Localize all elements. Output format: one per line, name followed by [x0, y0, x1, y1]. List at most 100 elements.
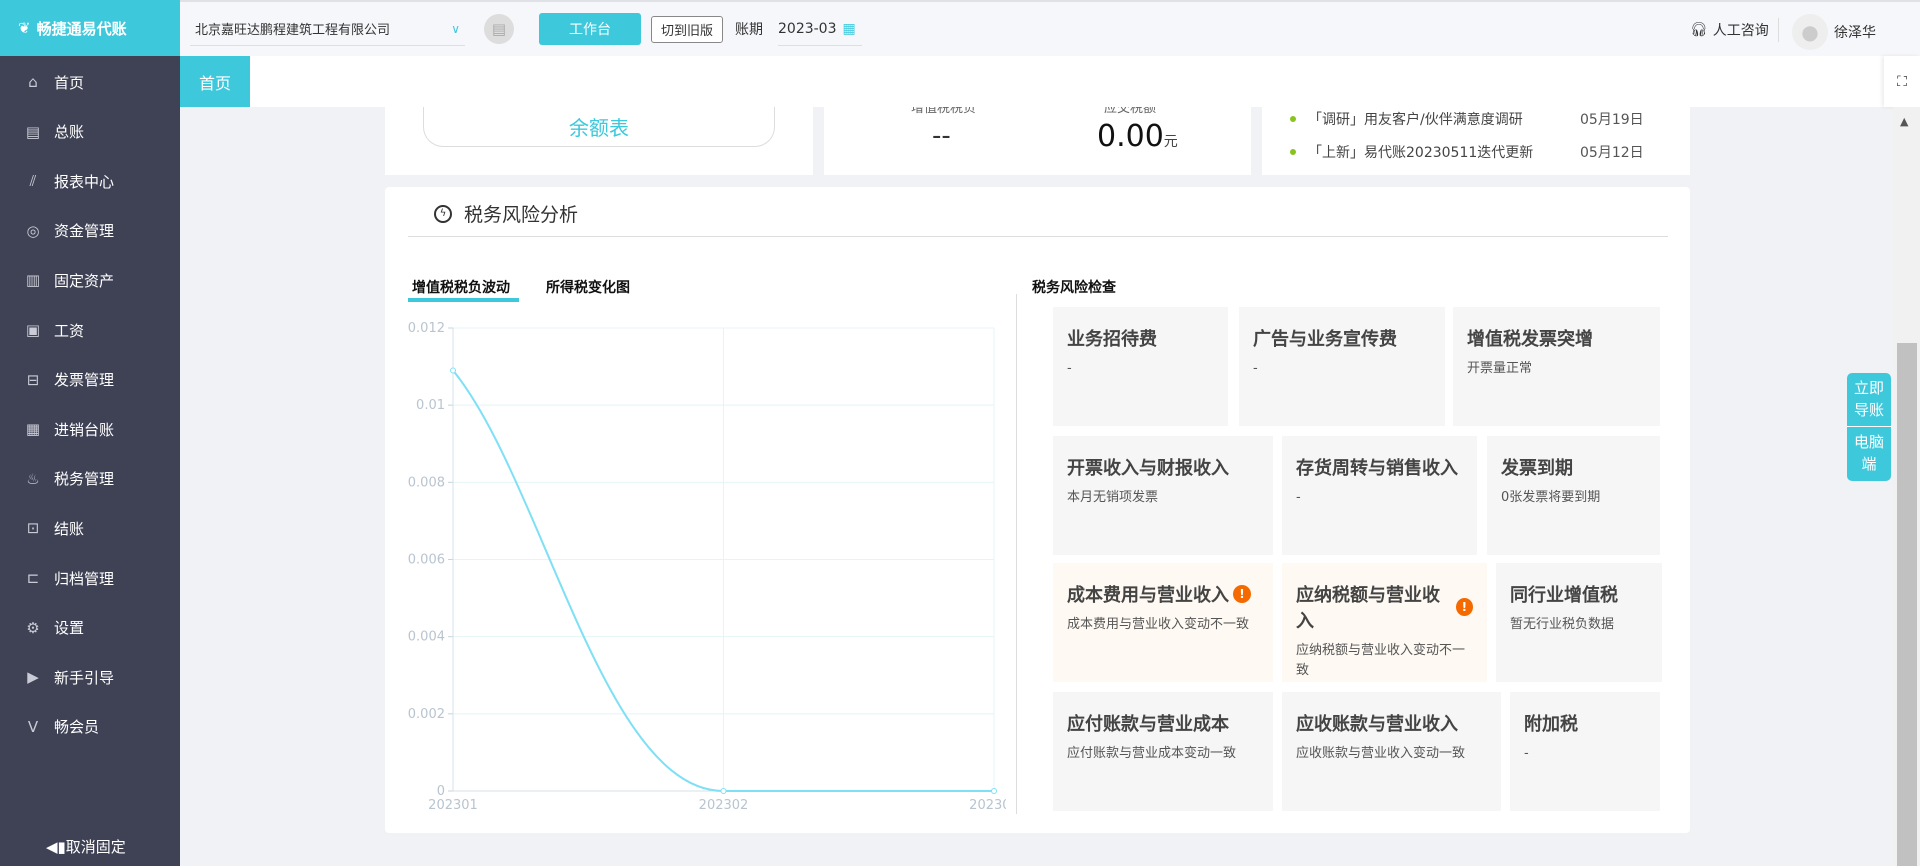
sidebar-item-label: 固定资产 — [54, 271, 115, 290]
sidebar-item[interactable]: ▥ 固定资产 — [0, 257, 180, 303]
risk-check-card[interactable]: 附加税 - — [1510, 692, 1660, 811]
risk-card-title: 存货周转与销售收入 — [1296, 454, 1463, 480]
section-title-text: 税务风险分析 — [464, 204, 579, 226]
pc-client-button[interactable]: 电脑端 — [1847, 427, 1891, 475]
risk-check-card[interactable]: 成本费用与营业收入! 成本费用与营业收入变动不一致 — [1053, 563, 1273, 682]
switch-old-version-button[interactable]: 切到旧版 — [651, 16, 723, 43]
risk-check-card[interactable]: 增值税发票突增 开票量正常 — [1453, 307, 1660, 426]
divider — [1778, 18, 1779, 42]
calendar-icon: ▦ — [842, 20, 856, 37]
company-select[interactable]: 北京嘉旺达鹏程建筑工程有限公司 ∨ — [190, 12, 465, 46]
risk-check-card[interactable]: 应收账款与营业收入应收账款与营业收入变动一致 — [1282, 692, 1501, 811]
risk-card-title-text: 发票到期 — [1501, 458, 1573, 479]
balance-sheet-button[interactable]: 余额表 — [423, 107, 775, 147]
news-item[interactable]: 「调研」用友客户/伙伴满意度调研 05月19日 — [1290, 109, 1644, 129]
sidebar-item[interactable]: ⊟ 发票管理 — [0, 357, 180, 403]
y-tick-label: 0.006 — [408, 553, 445, 568]
sidebar-item[interactable]: ♨ 税务管理 — [0, 456, 180, 502]
risk-card-desc: 应收账款与营业收入变动一致 — [1296, 746, 1466, 761]
document-icon[interactable]: ▤ — [484, 14, 514, 44]
sidebar-icon: ▣ — [25, 321, 41, 339]
risk-check-card[interactable]: 存货周转与销售收入 - — [1282, 436, 1477, 555]
period-picker[interactable]: 2023-03 ▦ — [778, 12, 862, 46]
sidebar-item-label: 畅会员 — [54, 718, 100, 737]
news-item[interactable]: 「上新」易代账20230511迭代更新 05月12日 — [1290, 142, 1644, 162]
consult-label: 人工咨询 — [1712, 23, 1769, 39]
x-tick-label: 202303 — [969, 798, 1006, 813]
divider — [408, 236, 1668, 237]
tax-label: 应交税额 — [1104, 107, 1157, 115]
sidebar-item[interactable]: ▶ 新手引导 — [0, 654, 180, 700]
tax-value: 0.00元 — [1097, 119, 1178, 154]
data-point — [720, 788, 727, 794]
workbench-button[interactable]: 工作台 — [539, 13, 641, 45]
sidebar-icon: ♨ — [26, 469, 40, 488]
consult-link[interactable]: 🎧︎ 人工咨询 — [1690, 20, 1769, 40]
risk-card-title: 发票到期 — [1501, 454, 1646, 480]
warning-icon: ! — [1455, 598, 1473, 616]
risk-card-title: 应纳税额与营业收入! — [1296, 581, 1473, 633]
risk-check-card[interactable]: 应纳税额与营业收入! 应纳税额与营业收入变动不一致 — [1282, 563, 1487, 682]
sidebar-item[interactable]: ▣ 工资 — [0, 307, 180, 353]
unpin-sidebar-button[interactable]: ◀▮取消固定 — [46, 836, 126, 857]
sidebar-item[interactable]: ⊏ 归档管理 — [0, 555, 180, 601]
sidebar-icon: ⊏ — [26, 569, 40, 587]
sidebar-item[interactable]: ⊡ 结账 — [0, 505, 180, 551]
risk-card-title-text: 同行业增值税 — [1510, 585, 1618, 606]
sidebar-icon: ⫽ — [29, 172, 37, 191]
sidebar-icon: ⚙ — [26, 618, 40, 637]
sidebar-item-label: 进销台账 — [54, 420, 115, 439]
risk-card-title: 附加税 — [1524, 710, 1646, 736]
sidebar-item[interactable]: ◎ 资金管理 — [0, 208, 180, 254]
risk-card-title-text: 应付账款与营业成本 — [1067, 714, 1229, 735]
chevron-down-icon: ∨ — [451, 21, 460, 36]
risk-card-title-text: 广告与业务宣传费 — [1253, 329, 1397, 350]
risk-card-title: 同行业增值税 — [1510, 581, 1648, 607]
risk-check-card[interactable]: 发票到期 0张发票将要到期 — [1487, 436, 1660, 555]
x-tick-label: 202302 — [699, 798, 749, 813]
risk-card-title-text: 成本费用与营业收入 — [1067, 585, 1229, 606]
y-tick-label: 0.008 — [408, 475, 445, 490]
risk-check-card[interactable]: 广告与业务宣传费 - — [1239, 307, 1445, 426]
data-point — [450, 367, 456, 374]
vat-label: 增值税税负 — [911, 107, 977, 115]
avatar[interactable]: ● — [1792, 14, 1828, 50]
sidebar-icon: ◎ — [26, 221, 40, 240]
import-now-button[interactable]: 立即导账 — [1847, 373, 1891, 427]
x-tick-label: 202301 — [428, 798, 478, 813]
scrollbar-thumb[interactable] — [1897, 343, 1917, 866]
tab-vat-fluctuation[interactable]: 增值税税负波动 — [412, 277, 510, 297]
risk-check-card[interactable]: 开票收入与财报收入 本月无销项发票 — [1053, 436, 1273, 555]
sidebar-icon: ▦ — [25, 420, 41, 439]
risk-check-card[interactable]: 业务招待费 - — [1053, 307, 1228, 426]
sidebar-item-label: 工资 — [54, 321, 85, 340]
fullscreen-icon[interactable]: ⛶ — [1884, 56, 1920, 107]
floating-actions: 立即导账 电脑端 — [1847, 373, 1891, 481]
risk-check-card[interactable]: 应付账款与营业成本 应付账款与营业成本变动一致 — [1053, 692, 1273, 811]
risk-card-desc: - — [1067, 361, 1072, 376]
y-tick-label: 0.01 — [416, 398, 445, 413]
risk-card-desc: 成本费用与营业收入变动不一致 — [1067, 617, 1250, 632]
sidebar-item-label: 设置 — [54, 619, 85, 638]
y-tick-label: 0 — [437, 784, 445, 799]
risk-card-title: 应收账款与营业收入 — [1296, 710, 1487, 736]
period-value: 2023-03 — [778, 20, 837, 37]
tab-income-tax-chart[interactable]: 所得税变化图 — [546, 277, 630, 297]
risk-card-desc: 应纳税额与营业收入变动不一致 — [1296, 643, 1466, 678]
risk-check-card[interactable]: 同行业增值税 暂无行业税负数据 — [1496, 563, 1662, 682]
sidebar-item[interactable]: ⌂ 首页 — [0, 59, 180, 105]
sidebar-item[interactable]: ▤ 总账 — [0, 109, 180, 155]
logo-text: 畅捷通易代账 — [36, 19, 127, 38]
scroll-up-icon[interactable]: ▲ — [1900, 115, 1908, 128]
risk-card-title-text: 应收账款与营业收入 — [1296, 714, 1458, 735]
sidebar-item[interactable]: ▦ 进销台账 — [0, 406, 180, 452]
sidebar-item[interactable]: ⫽ 报表中心 — [0, 158, 180, 204]
username[interactable]: 徐泽华 — [1834, 22, 1876, 42]
logo[interactable]: ❦ 畅捷通易代账 — [0, 0, 180, 56]
sidebar-item-label: 报表中心 — [54, 172, 115, 191]
sidebar-item[interactable]: V 畅会员 — [0, 704, 180, 750]
y-tick-label: 0.004 — [408, 630, 445, 645]
sidebar-item[interactable]: ⚙ 设置 — [0, 605, 180, 651]
sidebar-icon: ▤ — [25, 122, 41, 141]
tab-home[interactable]: 首页 — [180, 56, 250, 107]
